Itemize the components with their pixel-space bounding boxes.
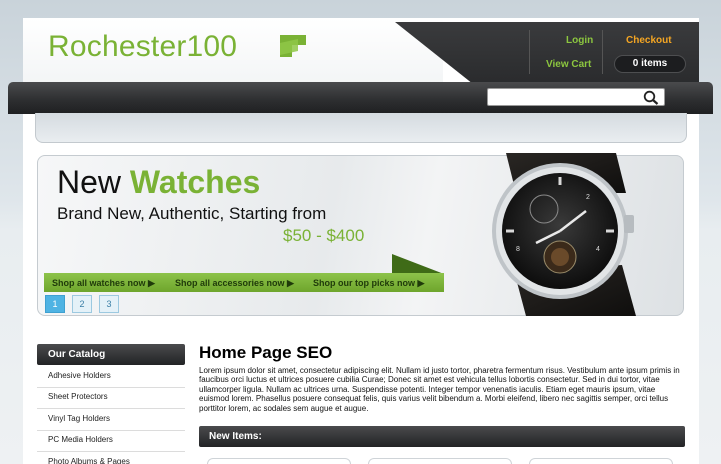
cart-count-badge[interactable]: 0 items <box>614 55 686 73</box>
product-card[interactable] <box>207 458 351 464</box>
seo-body-text: Lorem ipsum dolor sit amet, consectetur … <box>199 366 680 413</box>
sidebar-item-sheet-protectors[interactable]: Sheet Protectors <box>37 387 185 409</box>
shop-accessories-link[interactable]: Shop all accessories now ▶ <box>175 278 294 289</box>
new-items-heading: New Items: <box>199 426 685 447</box>
view-cart-link[interactable]: View Cart <box>546 59 591 70</box>
watch-image: 2 4 8 <box>492 153 636 316</box>
search-icon[interactable] <box>643 90 659 105</box>
product-card[interactable] <box>529 458 673 464</box>
sidebar-item-adhesive-holders[interactable]: Adhesive Holders <box>37 366 185 388</box>
svg-text:2: 2 <box>586 194 590 201</box>
divider <box>529 30 530 74</box>
login-link[interactable]: Login <box>566 35 593 46</box>
checkout-link[interactable]: Checkout <box>626 35 672 46</box>
shop-top-picks-link[interactable]: Shop our top picks now ▶ <box>313 278 424 289</box>
sidebar-item-pc-media-holders[interactable]: PC Media Holders <box>37 430 185 452</box>
banner-title: New Watches <box>57 164 260 201</box>
banner-title-new: New <box>57 164 130 200</box>
svg-text:4: 4 <box>596 246 600 253</box>
product-card[interactable] <box>368 458 512 464</box>
logo-mark-icon <box>280 35 306 57</box>
banner-subtitle: Brand New, Authentic, Starting from <box>57 204 327 223</box>
slide-page-1-button[interactable]: 1 <box>45 295 65 313</box>
divider <box>602 30 603 74</box>
sidebar-item-photo-albums[interactable]: Photo Albums & Pages <box>37 452 185 464</box>
shop-watches-link[interactable]: Shop all watches now ▶ <box>52 278 155 289</box>
logo-text[interactable]: Rochester100 <box>48 30 237 64</box>
banner-title-watches: Watches <box>129 164 261 200</box>
banner-price: $50 - $400 <box>283 226 365 245</box>
slide-page-3-button[interactable]: 3 <box>99 295 119 313</box>
search-input[interactable] <box>487 88 665 106</box>
slide-page-2-button[interactable]: 2 <box>72 295 92 313</box>
svg-text:8: 8 <box>516 246 520 253</box>
sidebar-item-vinyl-tag-holders[interactable]: Vinyl Tag Holders <box>37 409 185 431</box>
sub-navigation-bar <box>35 113 687 143</box>
catalog-heading: Our Catalog <box>37 344 185 365</box>
ribbon-flag-icon <box>392 254 444 274</box>
page-title: Home Page SEO <box>199 343 333 362</box>
